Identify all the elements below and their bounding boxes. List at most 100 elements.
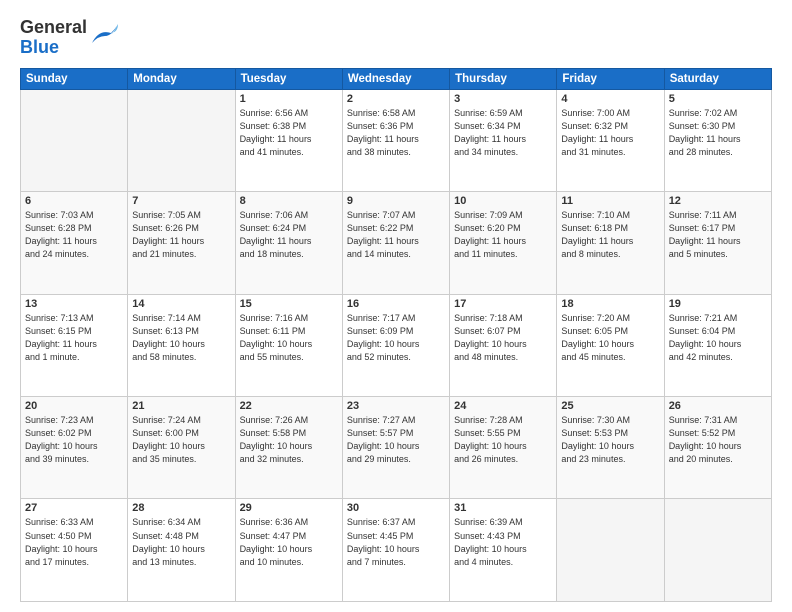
calendar-cell: 1Sunrise: 6:56 AM Sunset: 6:38 PM Daylig… bbox=[235, 89, 342, 191]
weekday-header: Thursday bbox=[450, 68, 557, 89]
day-number: 22 bbox=[240, 400, 338, 412]
day-number: 15 bbox=[240, 298, 338, 310]
calendar-week-row: 6 Sunrise: 7:03 AM Sunset: 6:28 PM Daylig… bbox=[21, 192, 772, 294]
calendar-cell: 12Sunrise: 7:11 AM Sunset: 6:17 PM Dayli… bbox=[664, 192, 771, 294]
day-number: 23 bbox=[347, 400, 445, 412]
weekday-header: Tuesday bbox=[235, 68, 342, 89]
day-number: 27 bbox=[25, 502, 123, 514]
day-number: 8 bbox=[240, 195, 338, 207]
day-number: 14 bbox=[132, 298, 230, 310]
day-info: Sunrise: 7:10 AM Sunset: 6:18 PM Dayligh… bbox=[561, 209, 659, 261]
day-number: 25 bbox=[561, 400, 659, 412]
calendar-cell: 7 Sunrise: 7:05 AM Sunset: 6:26 PM Daylig… bbox=[128, 192, 235, 294]
calendar-cell bbox=[128, 89, 235, 191]
day-number: 6 bbox=[25, 195, 123, 207]
day-number: 18 bbox=[561, 298, 659, 310]
calendar-cell: 16 Sunrise: 7:17 AM Sunset: 6:09 PM Dayli… bbox=[342, 294, 449, 396]
day-number: 3 bbox=[454, 93, 552, 105]
day-number: 16 bbox=[347, 298, 445, 310]
weekday-header: Wednesday bbox=[342, 68, 449, 89]
calendar-cell: 30 Sunrise: 6:37 AM Sunset: 4:45 PM Dayli… bbox=[342, 499, 449, 602]
calendar-cell: 3Sunrise: 6:59 AM Sunset: 6:34 PM Daylig… bbox=[450, 89, 557, 191]
calendar-cell bbox=[557, 499, 664, 602]
calendar-cell: 5 Sunrise: 7:02 AM Sunset: 6:30 PM Daylig… bbox=[664, 89, 771, 191]
day-info: Sunrise: 6:36 AM Sunset: 4:47 PM Dayligh… bbox=[240, 516, 338, 568]
calendar-week-row: 27 Sunrise: 6:33 AM Sunset: 4:50 PM Dayli… bbox=[21, 499, 772, 602]
calendar-cell: 23 Sunrise: 7:27 AM Sunset: 5:57 PM Dayli… bbox=[342, 397, 449, 499]
day-number: 31 bbox=[454, 502, 552, 514]
calendar-week-row: 20Sunrise: 7:23 AM Sunset: 6:02 PM Dayli… bbox=[21, 397, 772, 499]
calendar-week-row: 13 Sunrise: 7:13 AM Sunset: 6:15 PM Dayli… bbox=[21, 294, 772, 396]
day-info: Sunrise: 7:27 AM Sunset: 5:57 PM Dayligh… bbox=[347, 414, 445, 466]
day-info: Sunrise: 7:05 AM Sunset: 6:26 PM Dayligh… bbox=[132, 209, 230, 261]
calendar-cell: 4Sunrise: 7:00 AM Sunset: 6:32 PM Daylig… bbox=[557, 89, 664, 191]
weekday-header: Friday bbox=[557, 68, 664, 89]
weekday-header-row: SundayMondayTuesdayWednesdayThursdayFrid… bbox=[21, 68, 772, 89]
calendar-cell: 21 Sunrise: 7:24 AM Sunset: 6:00 PM Dayli… bbox=[128, 397, 235, 499]
day-info: Sunrise: 7:26 AM Sunset: 5:58 PM Dayligh… bbox=[240, 414, 338, 466]
day-info: Sunrise: 7:16 AM Sunset: 6:11 PM Dayligh… bbox=[240, 312, 338, 364]
day-number: 2 bbox=[347, 93, 445, 105]
day-info: Sunrise: 7:09 AM Sunset: 6:20 PM Dayligh… bbox=[454, 209, 552, 261]
day-info: Sunrise: 6:34 AM Sunset: 4:48 PM Dayligh… bbox=[132, 516, 230, 568]
page: GeneralBlue SundayMondayTuesdayWednesday… bbox=[0, 0, 792, 612]
day-info: Sunrise: 7:28 AM Sunset: 5:55 PM Dayligh… bbox=[454, 414, 552, 466]
calendar-week-row: 1Sunrise: 6:56 AM Sunset: 6:38 PM Daylig… bbox=[21, 89, 772, 191]
calendar-cell: 6 Sunrise: 7:03 AM Sunset: 6:28 PM Daylig… bbox=[21, 192, 128, 294]
calendar-cell: 15 Sunrise: 7:16 AM Sunset: 6:11 PM Dayli… bbox=[235, 294, 342, 396]
day-info: Sunrise: 7:03 AM Sunset: 6:28 PM Dayligh… bbox=[25, 209, 123, 261]
weekday-header: Monday bbox=[128, 68, 235, 89]
calendar-cell: 17Sunrise: 7:18 AM Sunset: 6:07 PM Dayli… bbox=[450, 294, 557, 396]
day-info: Sunrise: 7:31 AM Sunset: 5:52 PM Dayligh… bbox=[669, 414, 767, 466]
day-info: Sunrise: 6:37 AM Sunset: 4:45 PM Dayligh… bbox=[347, 516, 445, 568]
day-number: 9 bbox=[347, 195, 445, 207]
calendar-cell: 10 Sunrise: 7:09 AM Sunset: 6:20 PM Dayli… bbox=[450, 192, 557, 294]
day-number: 26 bbox=[669, 400, 767, 412]
calendar-cell: 31Sunrise: 6:39 AM Sunset: 4:43 PM Dayli… bbox=[450, 499, 557, 602]
day-info: Sunrise: 7:30 AM Sunset: 5:53 PM Dayligh… bbox=[561, 414, 659, 466]
day-number: 5 bbox=[669, 93, 767, 105]
day-info: Sunrise: 7:02 AM Sunset: 6:30 PM Dayligh… bbox=[669, 107, 767, 159]
day-number: 19 bbox=[669, 298, 767, 310]
day-number: 7 bbox=[132, 195, 230, 207]
day-info: Sunrise: 6:33 AM Sunset: 4:50 PM Dayligh… bbox=[25, 516, 123, 568]
calendar-cell: 8 Sunrise: 7:06 AM Sunset: 6:24 PM Daylig… bbox=[235, 192, 342, 294]
day-info: Sunrise: 7:20 AM Sunset: 6:05 PM Dayligh… bbox=[561, 312, 659, 364]
calendar-cell bbox=[21, 89, 128, 191]
calendar-cell: 18 Sunrise: 7:20 AM Sunset: 6:05 PM Dayli… bbox=[557, 294, 664, 396]
calendar-cell: 24Sunrise: 7:28 AM Sunset: 5:55 PM Dayli… bbox=[450, 397, 557, 499]
day-info: Sunrise: 7:11 AM Sunset: 6:17 PM Dayligh… bbox=[669, 209, 767, 261]
calendar-cell: 13 Sunrise: 7:13 AM Sunset: 6:15 PM Dayli… bbox=[21, 294, 128, 396]
calendar-cell: 14 Sunrise: 7:14 AM Sunset: 6:13 PM Dayli… bbox=[128, 294, 235, 396]
calendar-cell: 26 Sunrise: 7:31 AM Sunset: 5:52 PM Dayli… bbox=[664, 397, 771, 499]
day-number: 11 bbox=[561, 195, 659, 207]
calendar-cell: 25 Sunrise: 7:30 AM Sunset: 5:53 PM Dayli… bbox=[557, 397, 664, 499]
weekday-header: Saturday bbox=[664, 68, 771, 89]
day-number: 4 bbox=[561, 93, 659, 105]
day-info: Sunrise: 6:56 AM Sunset: 6:38 PM Dayligh… bbox=[240, 107, 338, 159]
day-info: Sunrise: 7:13 AM Sunset: 6:15 PM Dayligh… bbox=[25, 312, 123, 364]
day-info: Sunrise: 7:21 AM Sunset: 6:04 PM Dayligh… bbox=[669, 312, 767, 364]
logo: GeneralBlue bbox=[20, 18, 119, 58]
day-number: 30 bbox=[347, 502, 445, 514]
day-number: 10 bbox=[454, 195, 552, 207]
day-info: Sunrise: 6:58 AM Sunset: 6:36 PM Dayligh… bbox=[347, 107, 445, 159]
day-info: Sunrise: 7:14 AM Sunset: 6:13 PM Dayligh… bbox=[132, 312, 230, 364]
day-info: Sunrise: 7:07 AM Sunset: 6:22 PM Dayligh… bbox=[347, 209, 445, 261]
day-info: Sunrise: 7:06 AM Sunset: 6:24 PM Dayligh… bbox=[240, 209, 338, 261]
day-number: 17 bbox=[454, 298, 552, 310]
day-number: 20 bbox=[25, 400, 123, 412]
day-number: 21 bbox=[132, 400, 230, 412]
weekday-header: Sunday bbox=[21, 68, 128, 89]
logo-bird-icon bbox=[89, 23, 119, 53]
calendar-cell: 27 Sunrise: 6:33 AM Sunset: 4:50 PM Dayli… bbox=[21, 499, 128, 602]
header: GeneralBlue bbox=[20, 18, 772, 58]
day-info: Sunrise: 7:17 AM Sunset: 6:09 PM Dayligh… bbox=[347, 312, 445, 364]
day-info: Sunrise: 7:24 AM Sunset: 6:00 PM Dayligh… bbox=[132, 414, 230, 466]
calendar-cell: 20Sunrise: 7:23 AM Sunset: 6:02 PM Dayli… bbox=[21, 397, 128, 499]
calendar-cell: 28Sunrise: 6:34 AM Sunset: 4:48 PM Dayli… bbox=[128, 499, 235, 602]
calendar-cell: 9 Sunrise: 7:07 AM Sunset: 6:22 PM Daylig… bbox=[342, 192, 449, 294]
day-number: 29 bbox=[240, 502, 338, 514]
calendar-body: 1Sunrise: 6:56 AM Sunset: 6:38 PM Daylig… bbox=[21, 89, 772, 601]
day-number: 13 bbox=[25, 298, 123, 310]
